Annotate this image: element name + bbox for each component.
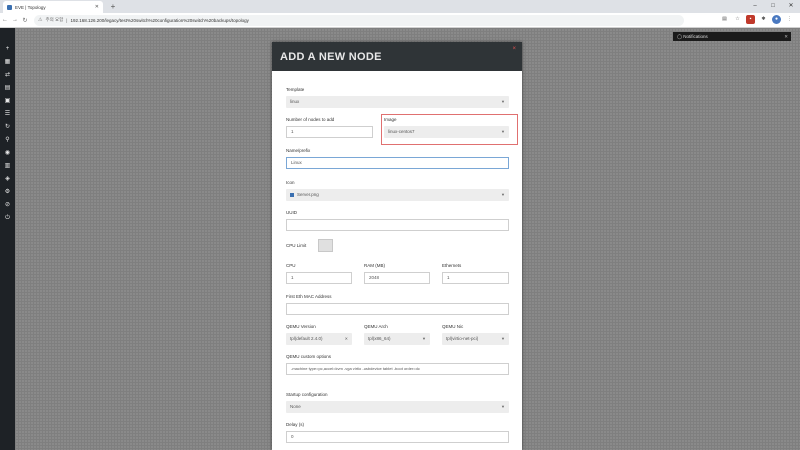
maximize-button[interactable]: □ (764, 0, 782, 13)
close-window-button[interactable]: ✕ (782, 0, 800, 13)
notifications-label: ◯ Notifications (677, 33, 708, 39)
translate-icon[interactable]: ▤ (720, 15, 729, 24)
chevron-down-icon: ▼ (501, 129, 505, 134)
browser-tab[interactable]: EVE | Topology ✕ (3, 1, 103, 13)
cpu-limit-checkbox[interactable] (318, 239, 333, 252)
startup-select[interactable]: None ▼ (286, 401, 509, 413)
settings-icon[interactable]: ⚙ (3, 187, 13, 197)
mac-label: First Eth MAC Address (286, 294, 332, 299)
networks-icon[interactable]: ⇄ (3, 70, 13, 80)
startup-value: None (290, 404, 301, 409)
image-value: linux-centos7 (388, 129, 415, 134)
lab-details-icon[interactable]: ▥ (3, 161, 13, 171)
star-icon[interactable]: ☆ (733, 15, 742, 24)
status-icon[interactable]: ◉ (3, 148, 13, 158)
qemu-arch-value: tpl(x86_64) (368, 336, 391, 341)
startup-label: Startup configuration (286, 392, 328, 397)
cpu-label: CPU (286, 263, 296, 268)
delay-field[interactable]: 0 (286, 431, 509, 443)
qemu-arch-select[interactable]: tpl(x86_64) ▼ (364, 333, 430, 345)
extension-icon[interactable]: ▪ (746, 15, 755, 24)
ram-label: RAM (MB) (364, 263, 385, 268)
qemu-version-select[interactable]: tpl(default 2.4.0) ✕ (286, 333, 352, 345)
url-text: 192.168.126.200/legacy/test%20switch%20c… (70, 17, 249, 23)
qemu-nic-value: tpl(virtio-net-pci) (446, 336, 479, 341)
zoom-icon[interactable]: ⚲ (3, 135, 13, 145)
mac-field[interactable] (286, 303, 509, 315)
icon-value: Server.png (297, 192, 319, 197)
chevron-down-icon: ▼ (501, 192, 505, 197)
profile-avatar[interactable]: ● (772, 15, 781, 24)
chevron-down-icon: ▼ (501, 336, 505, 341)
startup-configs-icon[interactable]: ▤ (3, 83, 13, 93)
pictures-icon[interactable]: ▣ (3, 96, 13, 106)
qemu-nic-select[interactable]: tpl(virtio-net-pci) ▼ (442, 333, 509, 345)
delay-label: Delay (s) (286, 422, 305, 427)
url-input[interactable]: ⚠ 주의 요함 | 192.168.126.200/legacy/test%20… (34, 14, 684, 26)
url-separator: | (66, 17, 68, 23)
template-select[interactable]: linux ▼ (286, 96, 509, 108)
tab-title: EVE | Topology (15, 4, 46, 10)
puzzle-icon[interactable]: ✱ (759, 15, 768, 24)
ethernets-label: Ethernets (442, 263, 462, 268)
num-nodes-label: Number of nodes to add (286, 117, 335, 122)
icon-label: Icon (286, 180, 295, 185)
sidebar: + ▦ ⇄ ▤ ▣ ☰ ↻ ⚲ ◉ ▥ ◈ ⚙ ⊘ ⏻ (0, 28, 15, 450)
qemu-version-label: QEMU Version (286, 324, 316, 329)
qemu-nic-label: QEMU Nic (442, 324, 464, 329)
modal-header: ADD A NEW NODE × (272, 42, 522, 71)
chevron-down-icon: ▼ (501, 99, 505, 104)
window-controls: – □ ✕ (746, 0, 800, 13)
modal-close-icon[interactable]: × (512, 46, 516, 52)
forward-icon[interactable]: → (10, 17, 20, 23)
qemu-options-field[interactable]: -machine type=pc,accel=kvm -vga virtio -… (286, 363, 509, 375)
notifications-text: Notifications (683, 33, 708, 39)
icon-select[interactable]: Server.png ▼ (286, 189, 509, 201)
browser-extensions: ▤ ☆ ▪ ✱ ● ⋮ (720, 15, 794, 24)
modal-title: ADD A NEW NODE (280, 50, 382, 63)
template-label: Template (286, 87, 305, 92)
add-object-icon[interactable]: + (3, 44, 13, 54)
nodes-icon[interactable]: ▦ (3, 57, 13, 67)
minimize-button[interactable]: – (746, 0, 764, 13)
name-label: Name/prefix (286, 148, 311, 153)
security-warning-text: 주의 요함 (45, 17, 64, 22)
notifications-bar[interactable]: ◯ Notifications ✕ (673, 32, 791, 41)
ram-field[interactable]: 2048 (364, 272, 430, 284)
eve-favicon-icon (7, 4, 12, 10)
reload-icon[interactable]: ↻ (20, 17, 30, 24)
qemu-version-value: tpl(default 2.4.0) (290, 336, 323, 341)
cpu-field[interactable]: 1 (286, 272, 352, 284)
num-nodes-field[interactable]: 1 (286, 126, 373, 138)
config-manager-icon[interactable]: ☰ (3, 109, 13, 119)
address-bar: ← → ↻ ⚠ 주의 요함 | 192.168.126.200/legacy/t… (0, 13, 800, 28)
topology-canvas[interactable]: + ▦ ⇄ ▤ ▣ ☰ ↻ ⚲ ◉ ▥ ◈ ⚙ ⊘ ⏻ ◯ Notificati… (0, 28, 800, 450)
chevron-down-icon: ✕ (344, 336, 348, 341)
refresh-icon[interactable]: ↻ (3, 122, 13, 132)
lock-icon[interactable]: ◈ (3, 174, 13, 184)
image-label: Image (384, 117, 397, 122)
uuid-field[interactable] (286, 219, 509, 231)
name-field[interactable]: Linux (286, 157, 509, 169)
notifications-close-icon[interactable]: ✕ (784, 34, 788, 40)
chevron-down-icon: ▼ (422, 336, 426, 341)
cpu-limit-label: CPU Limit (286, 243, 307, 248)
qemu-arch-label: QEMU Arch (364, 324, 388, 329)
close-lab-icon[interactable]: ⊘ (3, 200, 13, 210)
chevron-down-icon: ▼ (501, 404, 505, 409)
qemu-options-label: QEMU custom options (286, 354, 332, 359)
server-icon (290, 192, 294, 197)
template-value: linux (290, 99, 300, 104)
new-tab-button[interactable]: + (108, 1, 118, 12)
menu-icon[interactable]: ⋮ (785, 15, 794, 24)
security-warning-icon: ⚠ (38, 17, 43, 23)
image-select[interactable]: linux-centos7 ▼ (384, 126, 509, 138)
add-node-modal: ADD A NEW NODE × Template linux ▼ Number… (272, 42, 522, 450)
back-icon[interactable]: ← (0, 17, 10, 23)
ethernets-field[interactable]: 1 (442, 272, 509, 284)
logout-icon[interactable]: ⏻ (3, 213, 13, 223)
uuid-label: UUID (286, 210, 297, 215)
close-tab-icon[interactable]: ✕ (95, 4, 99, 10)
browser-tab-bar: EVE | Topology ✕ + – □ ✕ (0, 0, 800, 13)
